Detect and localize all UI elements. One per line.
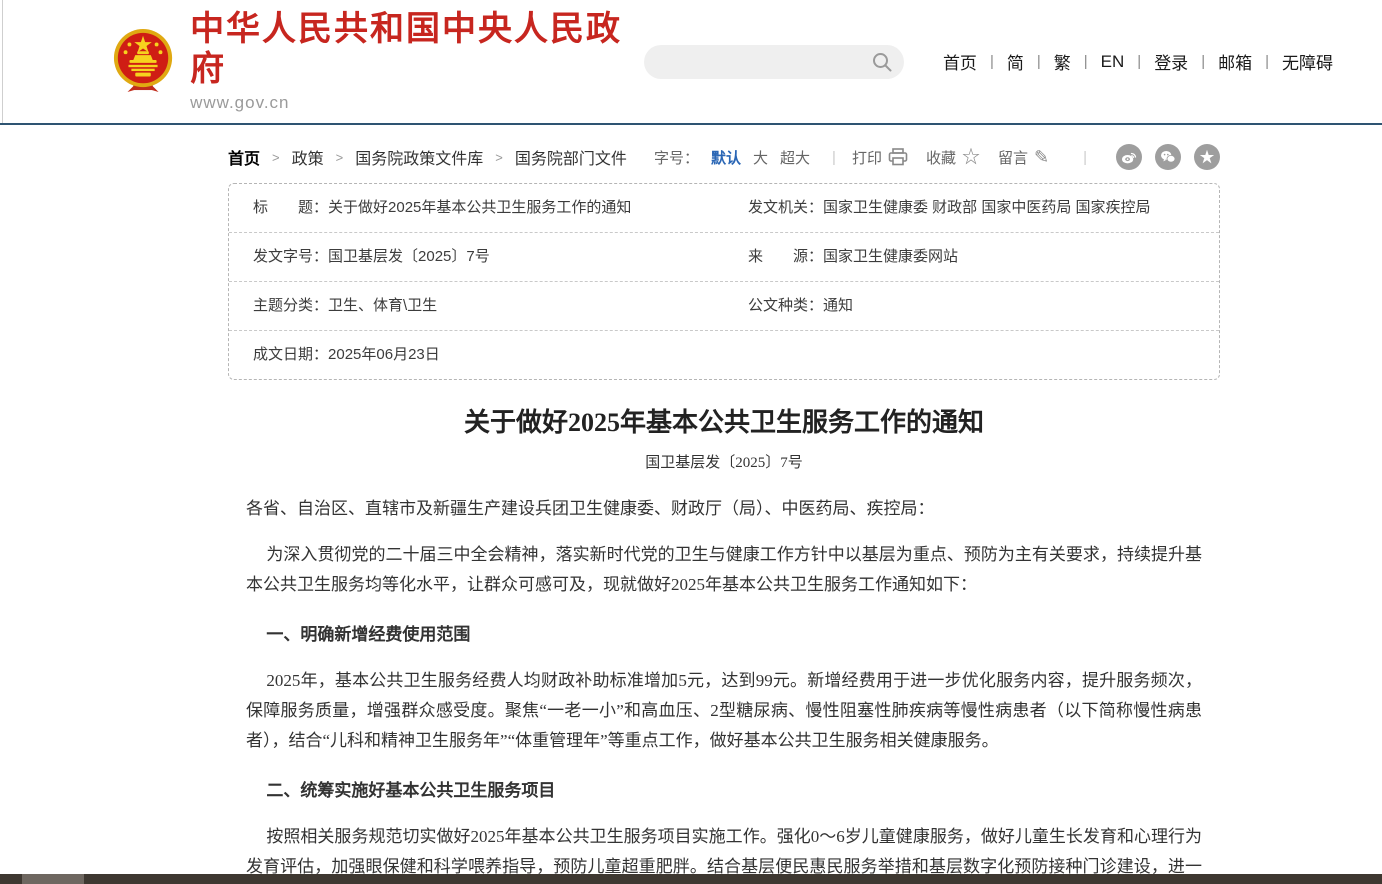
document-toolbar: 字号： 默认 大 超大 | 打印 收藏 ☆ xyxy=(654,144,1220,170)
toolbar-separator: | xyxy=(832,149,836,166)
meta-category-cell: 主题分类：卫生、体育\卫生 xyxy=(229,282,724,330)
meta-category-value: 卫生、体育\卫生 xyxy=(328,297,437,314)
breadcrumb-separator: > xyxy=(336,150,344,165)
meta-row: 主题分类：卫生、体育\卫生 公文种类：通知 xyxy=(229,281,1219,330)
site-title: 中华人民共和国中央人民政府 xyxy=(190,10,644,88)
meta-title-cell: 标 题：关于做好2025年基本公共卫生服务工作的通知 xyxy=(229,184,724,232)
meta-doctype-value: 通知 xyxy=(823,297,853,314)
print-button[interactable]: 打印 xyxy=(852,147,908,168)
printer-icon xyxy=(888,148,908,166)
breadcrumb-home[interactable]: 首页 xyxy=(228,145,260,169)
site-header: 中华人民共和国中央人民政府 www.gov.cn 首页 | 简 | 繁 | EN… xyxy=(0,0,1382,125)
header-right: 首页 | 简 | 繁 | EN | 登录 | 邮箱 | 无障碍 xyxy=(644,45,1346,79)
brand-text: 中华人民共和国中央人民政府 www.gov.cn xyxy=(190,10,644,112)
meta-empty-cell xyxy=(724,331,1219,379)
search-icon[interactable] xyxy=(872,52,892,72)
fontsize-large-button[interactable]: 大 xyxy=(753,147,768,168)
favorite-button[interactable]: 收藏 ☆ xyxy=(926,147,980,168)
breadcrumb-toolbar-row: 首页 > 政策 > 国务院政策文件库 > 国务院部门文件 字号： 默认 大 超大… xyxy=(228,143,1220,171)
meta-title-value: 关于做好2025年基本公共卫生服务工作的通知 xyxy=(328,199,631,216)
site-url: www.gov.cn xyxy=(190,93,644,113)
nav-accessibility[interactable]: 无障碍 xyxy=(1269,49,1346,74)
nav-simplified[interactable]: 简 xyxy=(994,49,1037,74)
article-intro-paragraph: 为深入贯彻党的二十届三中全会精神，落实新时代党的卫生与健康工作方针中以基层为重点… xyxy=(246,540,1202,600)
breadcrumb-department-documents[interactable]: 国务院部门文件 xyxy=(515,145,627,169)
meta-docnumber-label: 发文字号： xyxy=(253,248,328,265)
meta-date-cell: 成文日期：2025年06月23日 xyxy=(229,331,724,379)
star-icon: ☆ xyxy=(962,148,980,166)
wechat-icon xyxy=(1160,149,1176,165)
meta-row: 成文日期：2025年06月23日 xyxy=(229,330,1219,379)
print-label: 打印 xyxy=(852,147,882,168)
meta-source-label: 来 源： xyxy=(748,248,823,265)
breadcrumb-policy[interactable]: 政策 xyxy=(292,145,324,169)
top-nav: 首页 | 简 | 繁 | EN | 登录 | 邮箱 | 无障碍 xyxy=(930,49,1346,74)
meta-date-value: 2025年06月23日 xyxy=(328,346,440,363)
document-number: 国卫基层发〔2025〕7号 xyxy=(246,451,1202,472)
search-box xyxy=(644,45,904,79)
share-icons: ★ xyxy=(1103,144,1220,170)
national-emblem-icon xyxy=(112,28,174,96)
meta-date-label: 成文日期： xyxy=(253,346,328,363)
meta-issuer-label: 发文机关： xyxy=(748,199,823,216)
comment-button[interactable]: 留言 ✎ xyxy=(998,147,1049,168)
meta-source-cell: 来 源：国家卫生健康委网站 xyxy=(724,233,1219,281)
share-weibo-button[interactable] xyxy=(1116,144,1142,170)
document-metadata-box: 标 题：关于做好2025年基本公共卫生服务工作的通知 发文机关：国家卫生健康委 … xyxy=(228,183,1220,380)
meta-title-label: 标 题： xyxy=(253,199,328,216)
pencil-icon: ✎ xyxy=(1034,148,1049,166)
meta-issuer-value: 国家卫生健康委 财政部 国家中医药局 国家疾控局 xyxy=(823,199,1151,216)
footer-bar xyxy=(0,874,1382,884)
gov-cn-page: 中华人民共和国中央人民政府 www.gov.cn 首页 | 简 | 繁 | EN… xyxy=(0,0,1382,884)
qzone-star-icon: ★ xyxy=(1199,150,1214,165)
breadcrumb-separator: > xyxy=(495,150,503,165)
nav-english[interactable]: EN xyxy=(1088,52,1138,72)
meta-issuer-cell: 发文机关：国家卫生健康委 财政部 国家中医药局 国家疾控局 xyxy=(724,184,1219,232)
nav-home[interactable]: 首页 xyxy=(930,49,990,74)
nav-traditional[interactable]: 繁 xyxy=(1041,49,1084,74)
search-input[interactable] xyxy=(660,45,860,79)
document-article: 关于做好2025年基本公共卫生服务工作的通知 国卫基层发〔2025〕7号 各省、… xyxy=(228,402,1220,884)
breadcrumb: 首页 > 政策 > 国务院政策文件库 > 国务院部门文件 xyxy=(228,145,627,169)
comment-label: 留言 xyxy=(998,147,1028,168)
breadcrumb-separator: > xyxy=(272,150,280,165)
article-section1-paragraph: 2025年，基本公共卫生服务经费人均财政补助标准增加5元，达到99元。新增经费用… xyxy=(246,666,1202,756)
meta-category-label: 主题分类： xyxy=(253,297,328,314)
nav-login[interactable]: 登录 xyxy=(1141,49,1201,74)
meta-row: 发文字号：国卫基层发〔2025〕7号 来 源：国家卫生健康委网站 xyxy=(229,232,1219,281)
nav-mailbox[interactable]: 邮箱 xyxy=(1205,49,1265,74)
horizontal-scrollbar-thumb[interactable] xyxy=(22,874,84,884)
document-title: 关于做好2025年基本公共卫生服务工作的通知 xyxy=(246,402,1202,439)
share-qzone-button[interactable]: ★ xyxy=(1194,144,1220,170)
favorite-label: 收藏 xyxy=(926,147,956,168)
article-section1-heading: 一、明确新增经费使用范围 xyxy=(246,620,1202,650)
weibo-icon xyxy=(1121,149,1137,165)
article-salutation: 各省、自治区、直辖市及新疆生产建设兵团卫生健康委、财政厅（局）、中医药局、疾控局… xyxy=(246,494,1202,524)
meta-docnumber-value: 国卫基层发〔2025〕7号 xyxy=(328,248,490,265)
toolbar-separator: | xyxy=(1083,149,1087,166)
meta-doctype-label: 公文种类： xyxy=(748,297,823,314)
meta-docnumber-cell: 发文字号：国卫基层发〔2025〕7号 xyxy=(229,233,724,281)
meta-source-value: 国家卫生健康委网站 xyxy=(823,248,958,265)
fontsize-xlarge-button[interactable]: 超大 xyxy=(780,147,810,168)
window-edge-line xyxy=(2,0,3,123)
article-section2-heading: 二、统筹实施好基本公共卫生服务项目 xyxy=(246,776,1202,806)
fontsize-default-button[interactable]: 默认 xyxy=(711,147,741,168)
fontsize-label: 字号： xyxy=(654,147,699,168)
meta-doctype-cell: 公文种类：通知 xyxy=(724,282,1219,330)
site-logo-link[interactable]: 中华人民共和国中央人民政府 www.gov.cn xyxy=(112,10,644,112)
share-wechat-button[interactable] xyxy=(1155,144,1181,170)
main-column: 首页 > 政策 > 国务院政策文件库 > 国务院部门文件 字号： 默认 大 超大… xyxy=(228,143,1220,884)
breadcrumb-policy-library[interactable]: 国务院政策文件库 xyxy=(355,145,483,169)
meta-row: 标 题：关于做好2025年基本公共卫生服务工作的通知 发文机关：国家卫生健康委 … xyxy=(229,184,1219,232)
